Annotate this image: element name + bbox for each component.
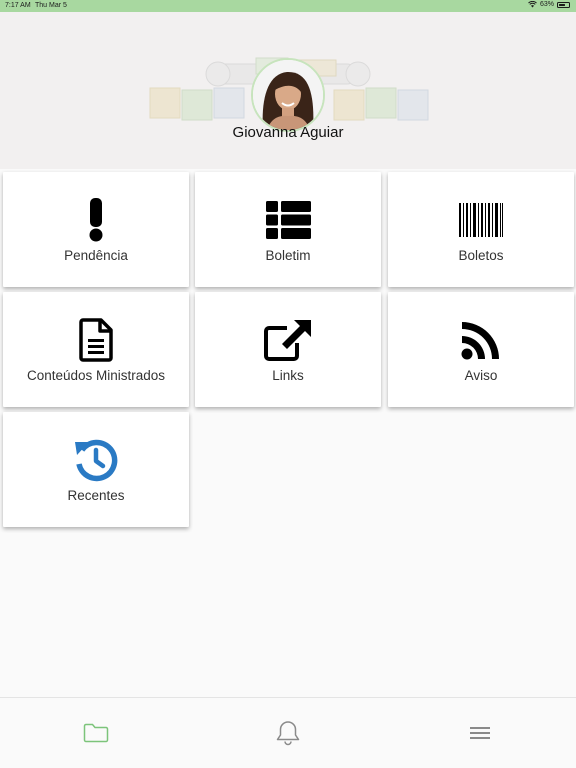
external-link-icon: [264, 320, 311, 361]
tile-conteudos-ministrados[interactable]: Conteúdos Ministrados: [3, 292, 189, 407]
battery-percent: 63%: [539, 1, 554, 8]
wifi-icon: [528, 1, 537, 8]
history-icon: [75, 439, 118, 482]
folder-icon: [83, 723, 109, 743]
status-bar: 7:17 AM Thu Mar 5 63%: [0, 0, 576, 12]
tile-label-aviso: Aviso: [464, 368, 498, 383]
exclamation-icon: [89, 198, 103, 242]
status-right: 63%: [528, 1, 570, 8]
tile-label-boletim: Boletim: [265, 248, 311, 263]
tile-aviso[interactable]: Aviso: [388, 292, 574, 407]
bell-icon: [276, 721, 300, 746]
tile-label-conteudos: Conteúdos Ministrados: [26, 368, 166, 383]
bottom-navigation: [0, 697, 576, 768]
menu-icon: [470, 727, 490, 739]
tile-pendencia[interactable]: Pendência: [3, 172, 189, 287]
tab-menu[interactable]: [460, 718, 500, 748]
document-icon: [79, 318, 113, 362]
status-date: Thu Mar 5: [35, 2, 67, 9]
avatar-photo: [253, 60, 323, 130]
barcode-icon: [459, 203, 503, 237]
battery-fill: [559, 3, 565, 6]
tile-label-pendencia: Pendência: [64, 248, 128, 263]
status-time: 7:17 AM: [5, 2, 31, 9]
battery-icon: [557, 1, 570, 8]
user-name: Giovanna Aguiar: [232, 124, 344, 141]
tile-recentes[interactable]: Recentes: [3, 412, 189, 527]
tile-label-recentes: Recentes: [67, 488, 125, 503]
tile-label-links: Links: [272, 368, 304, 383]
avatar[interactable]: [251, 58, 325, 132]
tab-notifications[interactable]: [268, 718, 308, 748]
tab-folder[interactable]: [76, 718, 116, 748]
tile-links[interactable]: Links: [195, 292, 381, 407]
tile-boletos[interactable]: Boletos: [388, 172, 574, 287]
tile-label-boletos: Boletos: [458, 248, 504, 263]
table-list-icon: [265, 201, 311, 239]
tile-boletim[interactable]: Boletim: [195, 172, 381, 287]
profile-header: Giovanna Aguiar: [0, 12, 576, 169]
rss-icon: [461, 322, 499, 360]
